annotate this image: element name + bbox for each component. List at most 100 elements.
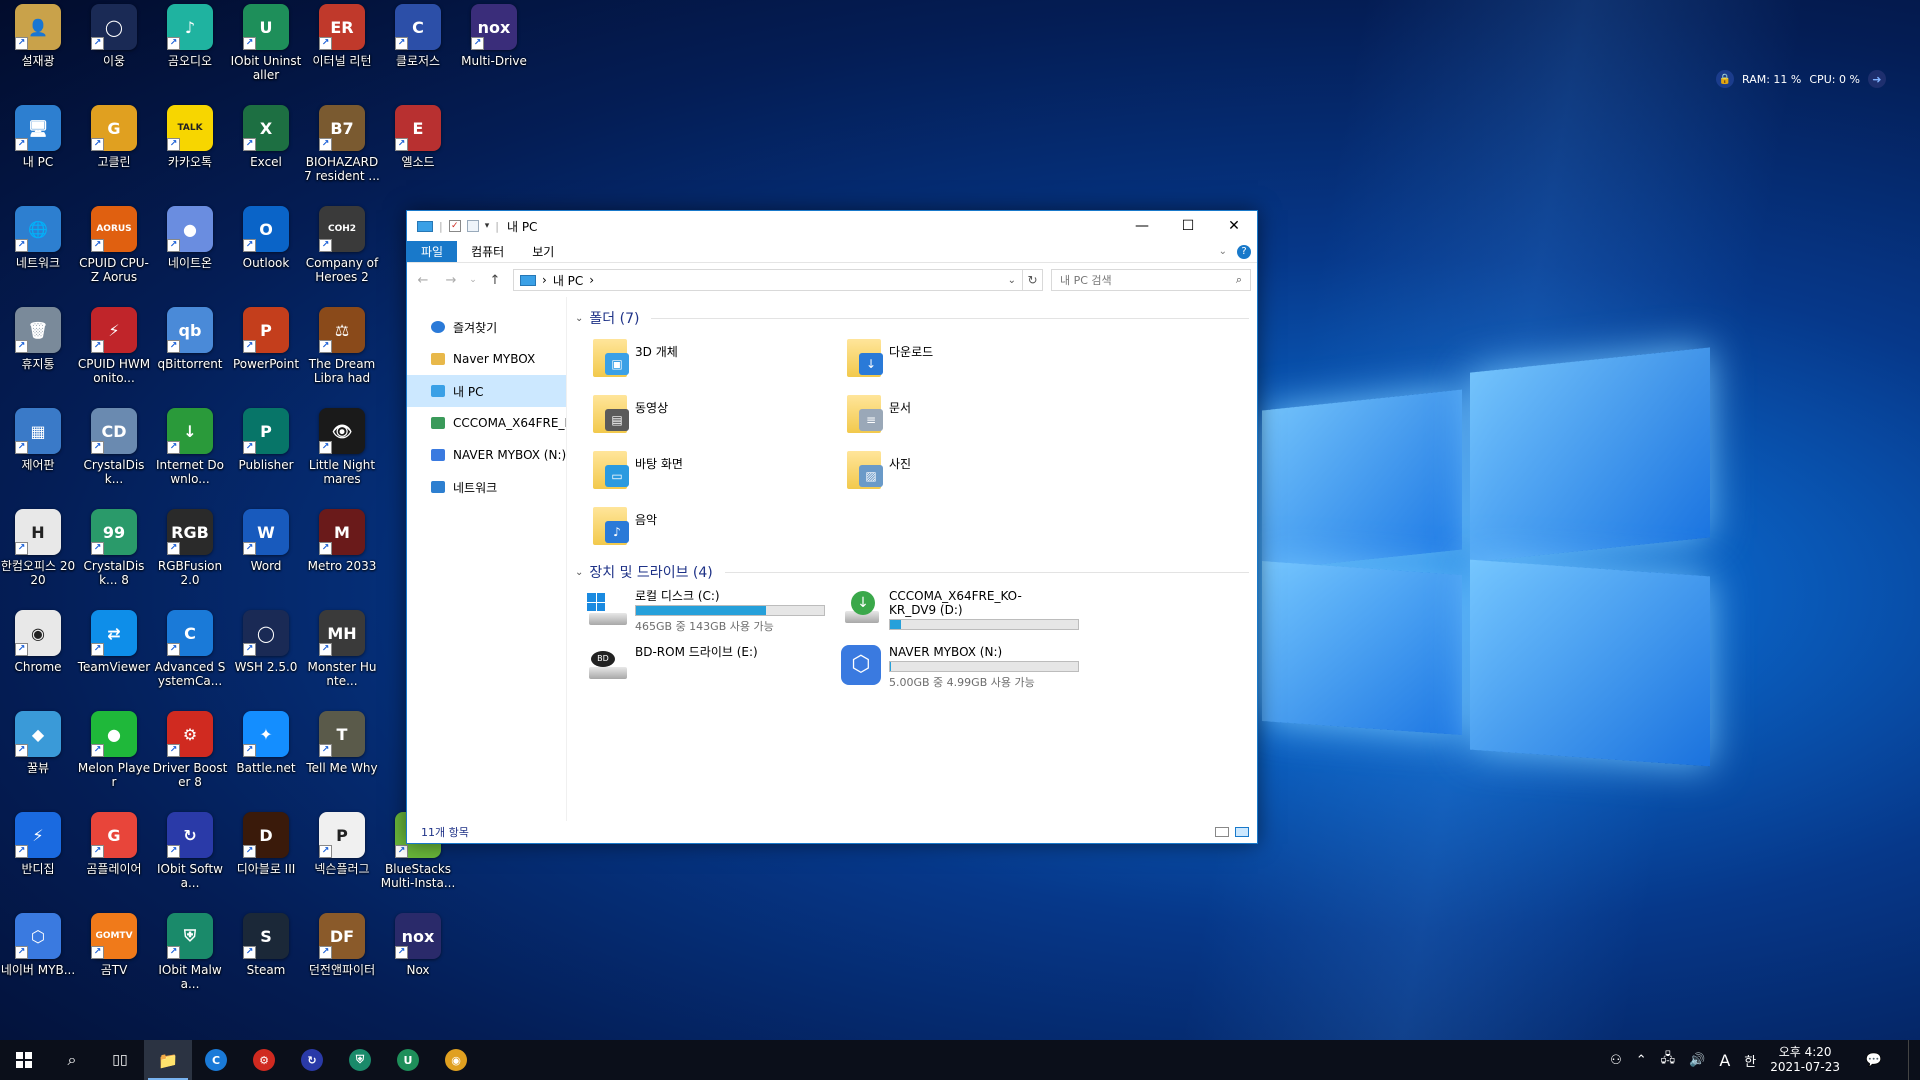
taskbar-advanced-systemcare-button[interactable]: C [192, 1040, 240, 1080]
desktop-icon[interactable]: ↻ ↗ IObit Softwa... [152, 812, 228, 912]
desktop-icon[interactable]: nox ↗ Multi-Drive [456, 4, 532, 104]
desktop-icon[interactable]: T ↗ Tell Me Why [304, 711, 380, 811]
taskbar-iobit-uninstaller-button[interactable]: U [384, 1040, 432, 1080]
desktop-icon[interactable]: P ↗ PowerPoint [228, 307, 304, 407]
sidebar-item[interactable]: CCCOMA_X64FRE_KO-KR_DV9 [407, 407, 566, 439]
desktop-icon[interactable]: D ↗ 디아블로 III [228, 812, 304, 912]
people-icon[interactable]: ⚇ [1610, 1053, 1622, 1068]
customize-toolbar-icon[interactable]: ▾ [485, 221, 490, 231]
expand-ribbon-icon[interactable]: ⌄ [1219, 246, 1227, 257]
ime-mode-indicator[interactable]: A [1719, 1051, 1730, 1070]
refresh-button[interactable]: ↻ [1023, 269, 1043, 291]
desktop-icon[interactable]: P ↗ Publisher [228, 408, 304, 508]
search-input[interactable]: 내 PC 검색 ⌕ [1051, 269, 1251, 291]
desktop-icon[interactable]: ⬡ ↗ 네이버 MYB... [0, 913, 76, 1013]
desktop-icon[interactable]: DF ↗ 던전앤파이터 [304, 913, 380, 1013]
folder-item[interactable]: ≡ 문서 [847, 391, 1101, 447]
up-button[interactable]: ↑ [485, 273, 505, 288]
desktop-icon[interactable]: ◯ ↗ WSH 2.5.0 [228, 610, 304, 710]
desktop-icon[interactable]: COH2 ↗ Company of Heroes 2 [304, 206, 380, 306]
help-icon[interactable]: ? [1237, 244, 1251, 259]
recent-locations-icon[interactable]: ⌄ [469, 275, 477, 285]
drive-item[interactable]: 로컬 디스크 (C:) 465GB 중 143GB 사용 가능 [587, 589, 841, 645]
desktop-icon[interactable]: ◯ ↗ 이웅 [76, 4, 152, 104]
desktop-icon[interactable]: ◆ ↗ 꿀뷰 [0, 711, 76, 811]
desktop-icon[interactable]: 🖥 ↗ 내 PC [0, 105, 76, 205]
close-button[interactable]: ✕ [1211, 211, 1257, 241]
desktop-icon[interactable]: G ↗ 고클린 [76, 105, 152, 205]
desktop-icon[interactable]: TALK ↗ 카카오톡 [152, 105, 228, 205]
sidebar-item[interactable]: 즐겨찾기 [407, 311, 566, 343]
desktop-icon[interactable]: 99 ↗ CrystalDisk... 8 [76, 509, 152, 609]
folder-item[interactable]: ↓ 다운로드 [847, 335, 1101, 391]
clock[interactable]: 오후 4:20 2021-07-23 [1770, 1045, 1840, 1075]
new-folder-icon[interactable] [466, 220, 479, 232]
desktop-icon[interactable]: ⚡ ↗ CPUID HWMonito... [76, 307, 152, 407]
system-monitor-widget[interactable]: 🔒 RAM: 11 % CPU: 0 % ➜ [1716, 68, 1900, 90]
desktop-icon[interactable]: E ↗ 엘소드 [380, 105, 456, 205]
desktop-icon[interactable]: ⚡ ↗ 반디집 [0, 812, 76, 912]
folder-item[interactable]: ▤ 동영상 [593, 391, 847, 447]
task-view-button[interactable]: ▯▯ [96, 1040, 144, 1080]
taskbar-driver-booster-button[interactable]: ⚙ [240, 1040, 288, 1080]
notification-center-icon[interactable]: 💬 [1854, 1040, 1894, 1080]
desktop-icon[interactable]: ● ↗ Melon Player [76, 711, 152, 811]
start-button[interactable] [0, 1040, 48, 1080]
desktop-icon[interactable]: qb ↗ qBittorrent [152, 307, 228, 407]
desktop-icon[interactable]: H ↗ 한컴오피스 2020 [0, 509, 76, 609]
desktop-icon[interactable]: AORUS ↗ CPUID CPU-Z Aorus [76, 206, 152, 306]
folder-item[interactable]: ♪ 음악 [593, 503, 847, 559]
sidebar-item[interactable]: 네트워크 [407, 471, 566, 503]
drive-item[interactable]: ↓ CCCOMA_X64FRE_KO-KR_DV9 (D:) [841, 589, 1095, 645]
desktop-icon[interactable]: 👤 ↗ 설재광 [0, 4, 76, 104]
address-segment[interactable]: 내 PC [553, 272, 583, 289]
desktop-icon[interactable]: M ↗ Metro 2033 [304, 509, 380, 609]
taskbar-iobit-malware-fighter-button[interactable]: ⛨ [336, 1040, 384, 1080]
desktop-icon[interactable]: GOMTV ↗ 곰TV [76, 913, 152, 1013]
address-bar[interactable]: › 내 PC › ⌄ [513, 269, 1023, 291]
tab-file[interactable]: 파일 [407, 241, 458, 262]
drive-item[interactable]: ⬡ NAVER MYBOX (N:) 5.00GB 중 4.99GB 사용 가능 [841, 645, 1095, 701]
collapse-chevron-icon[interactable]: ⌄ [575, 313, 583, 324]
desktop-icon[interactable]: nox ↗ Nox [380, 913, 456, 1013]
desktop-icon[interactable]: MH ↗ Monster Hunte... [304, 610, 380, 710]
desktop-icon[interactable]: ⚖ ↗ The Dream Libra had [304, 307, 380, 407]
desktop-icon[interactable]: 🌐 ↗ 네트워크 [0, 206, 76, 306]
taskbar-iobit-software-updater-button[interactable]: ↻ [288, 1040, 336, 1080]
desktop-icon[interactable]: O ↗ Outlook [228, 206, 304, 306]
desktop-icon[interactable]: ✦ ↗ Battle.net [228, 711, 304, 811]
tab-view[interactable]: 보기 [518, 241, 568, 262]
sidebar-item[interactable]: Naver MYBOX [407, 343, 566, 375]
sidebar-item[interactable]: 내 PC [407, 375, 566, 407]
desktop-icon[interactable]: ↓ ↗ Internet Downlo... [152, 408, 228, 508]
desktop-icon[interactable]: ⚙ ↗ Driver Booster 8 [152, 711, 228, 811]
desktop-icon[interactable]: RGB ↗ RGBFusion 2.0 [152, 509, 228, 609]
drive-item[interactable]: BD BD-ROM 드라이브 (E:) [587, 645, 841, 701]
large-icons-view-button[interactable] [1235, 827, 1249, 837]
tab-computer[interactable]: 컴퓨터 [457, 241, 518, 262]
taskbar-chrome-button[interactable]: ◉ [432, 1040, 480, 1080]
back-button[interactable]: ← [413, 273, 433, 288]
desktop-icon[interactable]: G ↗ 곰플레이어 [76, 812, 152, 912]
properties-icon[interactable]: ✓ [448, 220, 461, 232]
language-indicator[interactable]: 한 [1744, 1051, 1756, 1070]
minimize-button[interactable]: — [1119, 211, 1165, 241]
title-bar[interactable]: | ✓ ▾ | 내 PC — ☐ ✕ [407, 211, 1257, 241]
desktop-icon[interactable]: 👁 ↗ Little Nightmares [304, 408, 380, 508]
arrow-right-icon[interactable]: ➜ [1867, 70, 1886, 88]
desktop-icon[interactable]: W ↗ Word [228, 509, 304, 609]
maximize-button[interactable]: ☐ [1165, 211, 1211, 241]
desktop-icon[interactable]: CD ↗ CrystalDisk... [76, 408, 152, 508]
desktop-icon[interactable]: ▦ ↗ 제어판 [0, 408, 76, 508]
folder-item[interactable]: ▨ 사진 [847, 447, 1101, 503]
desktop-icon[interactable]: ◉ ↗ Chrome [0, 610, 76, 710]
desktop-icon[interactable]: P ↗ 넥슨플러그 [304, 812, 380, 912]
desktop-icon[interactable]: B7 ↗ BIOHAZARD 7 resident ... [304, 105, 380, 205]
forward-button[interactable]: → [441, 273, 461, 288]
search-button[interactable]: ⌕ [48, 1040, 96, 1080]
folder-item[interactable]: ▭ 바탕 화면 [593, 447, 847, 503]
desktop-icon[interactable]: ER ↗ 이터널 리턴 [304, 4, 380, 104]
desktop-icon[interactable]: ● ↗ 네이트온 [152, 206, 228, 306]
desktop-icon[interactable]: X ↗ Excel [228, 105, 304, 205]
show-hidden-icons-button[interactable]: ⌃ [1636, 1053, 1647, 1068]
